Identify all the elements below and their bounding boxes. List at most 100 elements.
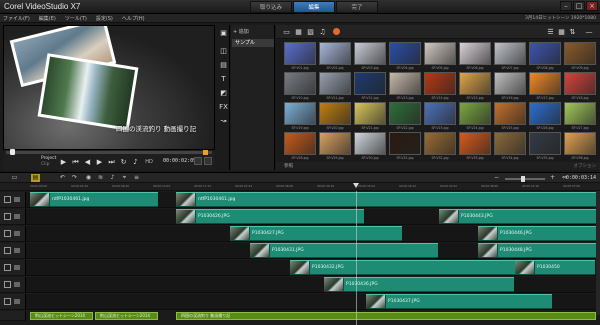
repeat-icon[interactable]: ↻: [119, 158, 128, 167]
add-folder-button[interactable]: + 追加: [233, 28, 249, 35]
volume-icon[interactable]: ♪: [131, 158, 140, 167]
media-thumbnail[interactable]: [354, 42, 386, 65]
storyboard-view-icon[interactable]: ▭: [10, 174, 19, 182]
photo-filter-icon[interactable]: ▨: [306, 28, 315, 36]
media-thumbnail[interactable]: [319, 132, 351, 155]
media-thumbnail[interactable]: [389, 132, 421, 155]
trim-marker[interactable]: [203, 150, 208, 155]
sound-mixer-icon[interactable]: ≋: [96, 174, 105, 182]
timeline-clip[interactable]: P1030448.JPG: [478, 243, 598, 258]
media-thumbnail[interactable]: [354, 72, 386, 95]
timeline-ruler[interactable]: 00:00:00:00 00:00:04:10 00:00:08:20 00:00:1…: [0, 183, 600, 191]
scrubber-handle[interactable]: [10, 149, 15, 155]
track-header[interactable]: [0, 260, 26, 276]
color-icon[interactable]: [333, 28, 340, 35]
menu-settings[interactable]: 設定(S): [96, 15, 113, 22]
close-icon[interactable]: ×: [586, 1, 598, 11]
track-visibility-icon[interactable]: [4, 230, 11, 237]
media-thumbnail[interactable]: [389, 102, 421, 125]
media-thumbnail[interactable]: [284, 72, 316, 95]
split-clip-icon[interactable]: [194, 157, 202, 165]
folder-icon[interactable]: ▭: [282, 28, 291, 36]
maximize-icon[interactable]: □: [573, 1, 585, 11]
media-thumbnail[interactable]: [354, 102, 386, 125]
timeline-clip[interactable]: rdfP1030461.jpg: [176, 192, 596, 207]
track-visibility-icon[interactable]: [4, 298, 11, 305]
preview-window[interactable]: 四国の渓流釣り 動画撮り記: [3, 25, 215, 150]
media-thumbnail[interactable]: [494, 132, 526, 155]
tab-share[interactable]: 完了: [336, 1, 378, 13]
media-thumbnail[interactable]: [564, 102, 596, 125]
timeline-timecode[interactable]: 0:00:03:14: [566, 175, 596, 181]
timeline-clip[interactable]: rdfP1030461.jpg: [30, 192, 158, 207]
media-thumbnail[interactable]: [424, 132, 456, 155]
media-thumbnail[interactable]: [564, 42, 596, 65]
track-header[interactable]: [0, 294, 26, 310]
thumbnail-view-icon[interactable]: ▦: [557, 28, 566, 36]
track-header[interactable]: [0, 243, 26, 259]
audio-filter-icon[interactable]: ♫: [318, 28, 327, 36]
media-thumbnail[interactable]: [529, 132, 561, 155]
track-visibility-icon[interactable]: [4, 281, 11, 288]
media-thumbnail[interactable]: [494, 42, 526, 65]
media-thumbnail[interactable]: [284, 132, 316, 155]
timeline-clip[interactable]: P1030431.JPG: [250, 243, 438, 258]
title-clip[interactable]: 釣山渓流ヒットシーン2014: [95, 312, 158, 320]
menu-file[interactable]: ファイル(F): [3, 15, 30, 22]
scrubber-bar[interactable]: [6, 149, 212, 155]
media-icon[interactable]: ▣: [219, 29, 228, 37]
media-thumbnail[interactable]: [284, 102, 316, 125]
zoom-out-icon[interactable]: −: [492, 174, 501, 182]
folder-item-sample[interactable]: サンプル: [232, 39, 274, 47]
track-header[interactable]: [0, 209, 26, 225]
title-track-header[interactable]: [0, 311, 26, 321]
enlarge-preview-icon[interactable]: [204, 157, 212, 165]
media-thumbnail[interactable]: [494, 72, 526, 95]
filter-icon[interactable]: FX: [219, 103, 228, 111]
minimize-icon[interactable]: –: [560, 1, 572, 11]
media-thumbnail[interactable]: [529, 72, 561, 95]
video-filter-icon[interactable]: ▦: [294, 28, 303, 36]
timeline-clip[interactable]: P1030443.JPG: [439, 209, 598, 224]
zoom-slider[interactable]: [505, 176, 545, 182]
media-thumbnail[interactable]: [564, 132, 596, 155]
zoom-in-icon[interactable]: +: [548, 174, 557, 182]
timeline-clip[interactable]: P1030450: [515, 260, 595, 275]
redo-icon[interactable]: ↷: [70, 174, 79, 182]
title-clip[interactable]: 四国の渓流釣り 動画撮り記: [176, 312, 596, 320]
media-thumbnail[interactable]: [424, 42, 456, 65]
clip-mode-label[interactable]: Clip: [41, 162, 50, 167]
media-thumbnail[interactable]: [354, 132, 386, 155]
media-thumbnail[interactable]: [424, 102, 456, 125]
media-thumbnail[interactable]: [459, 102, 491, 125]
list-view-icon[interactable]: ☰: [546, 28, 555, 36]
transition-icon[interactable]: ▤: [219, 61, 228, 69]
tab-capture[interactable]: 取り込み: [250, 1, 292, 13]
options-button[interactable]: オプション: [574, 163, 597, 169]
menu-edit[interactable]: 編集(E): [39, 15, 56, 22]
tab-edit[interactable]: 編集: [293, 1, 335, 13]
zoom-slider-handle[interactable]: [521, 176, 525, 182]
menu-help[interactable]: ヘルプ(H): [122, 15, 145, 22]
media-thumbnail[interactable]: [389, 42, 421, 65]
media-thumbnail[interactable]: [529, 102, 561, 125]
media-thumbnail[interactable]: [284, 42, 316, 65]
track-header[interactable]: [0, 277, 26, 293]
timeline-clip[interactable]: P1030427.JPG: [230, 226, 402, 241]
timeline-clip[interactable]: P1030426.JPG: [176, 209, 364, 224]
graphic-icon[interactable]: ◩: [219, 89, 228, 97]
track-visibility-icon[interactable]: [4, 264, 11, 271]
media-thumbnail[interactable]: [319, 42, 351, 65]
title-clip[interactable]: 釣山渓流ヒットシーン2014: [30, 312, 93, 320]
prev-frame-icon[interactable]: ◀: [83, 158, 92, 167]
path-icon[interactable]: ↝: [219, 117, 228, 125]
motion-tracking-icon[interactable]: ⌖: [120, 174, 129, 182]
media-thumbnail[interactable]: [459, 42, 491, 65]
track-visibility-icon[interactable]: [4, 247, 11, 254]
track-visibility-icon[interactable]: [4, 213, 11, 220]
undo-icon[interactable]: ↶: [58, 174, 67, 182]
title-icon[interactable]: T: [219, 75, 228, 83]
media-thumbnail[interactable]: [529, 42, 561, 65]
timeline-scrollbar[interactable]: [596, 191, 600, 315]
home-icon[interactable]: ⏮: [71, 158, 80, 167]
